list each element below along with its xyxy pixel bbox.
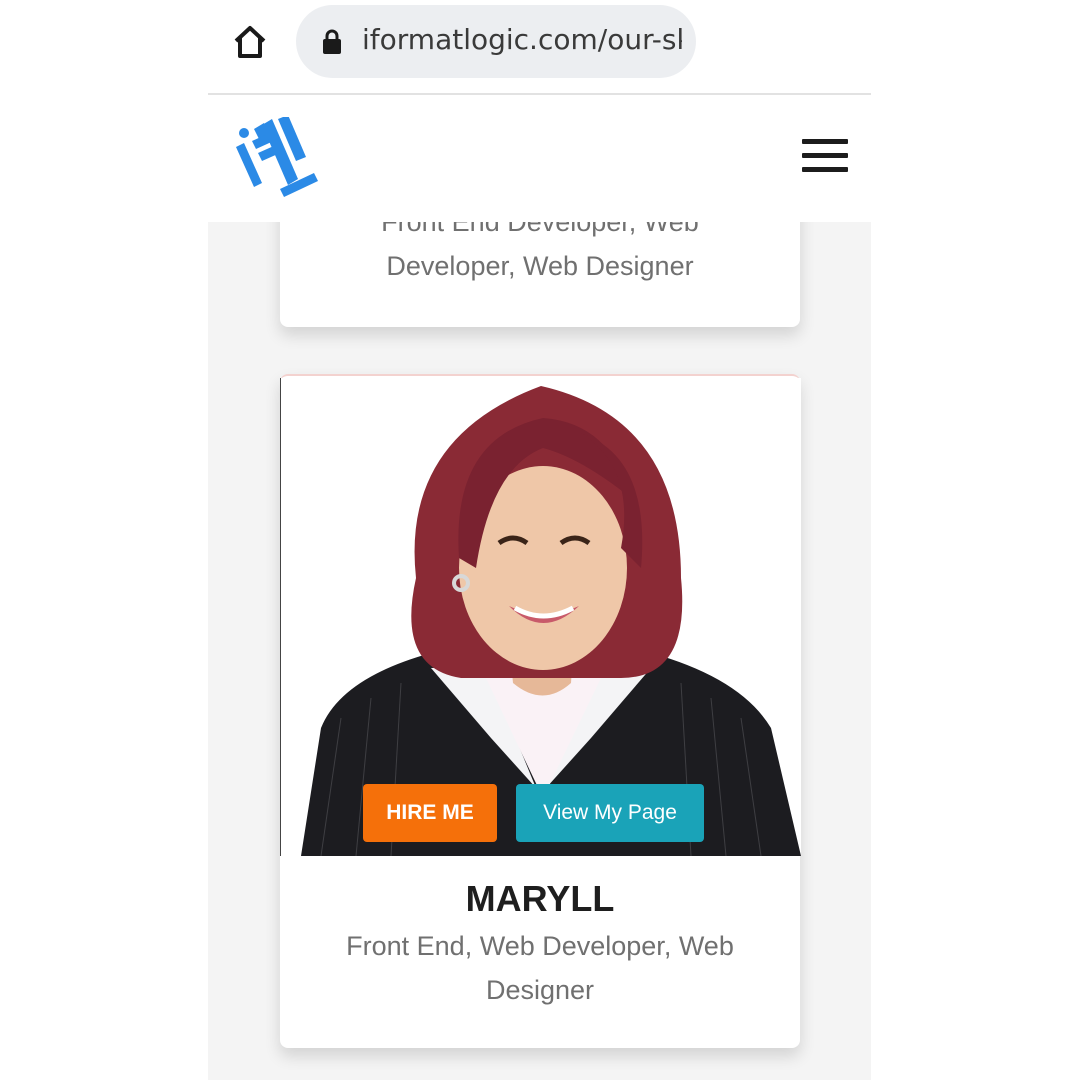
home-button[interactable]: [230, 22, 270, 62]
hire-me-button[interactable]: HIRE ME: [363, 784, 497, 842]
mobile-browser-viewport: iformatlogic.com/our-ski Front End Devel…: [208, 0, 871, 1080]
lock-icon: [323, 29, 341, 54]
developer-photo: HIRE ME View My Page: [280, 378, 801, 856]
menu-button[interactable]: [800, 139, 850, 173]
site-logo[interactable]: [234, 117, 320, 197]
home-icon: [234, 26, 266, 58]
developer-roles: Front End, Web Developer, Web Designer: [346, 931, 734, 1005]
site-header: [208, 95, 871, 222]
view-my-page-button[interactable]: View My Page: [516, 784, 704, 842]
developer-name: MARYLL: [465, 878, 615, 919]
url-field[interactable]: iformatlogic.com/our-ski: [296, 5, 696, 78]
url-text: iformatlogic.com/our-ski: [362, 23, 682, 56]
developer-card: HIRE ME View My Page MARYLL Front End, W…: [280, 374, 801, 1048]
browser-address-bar: iformatlogic.com/our-ski: [208, 0, 871, 95]
hamburger-menu-icon: [802, 139, 848, 144]
